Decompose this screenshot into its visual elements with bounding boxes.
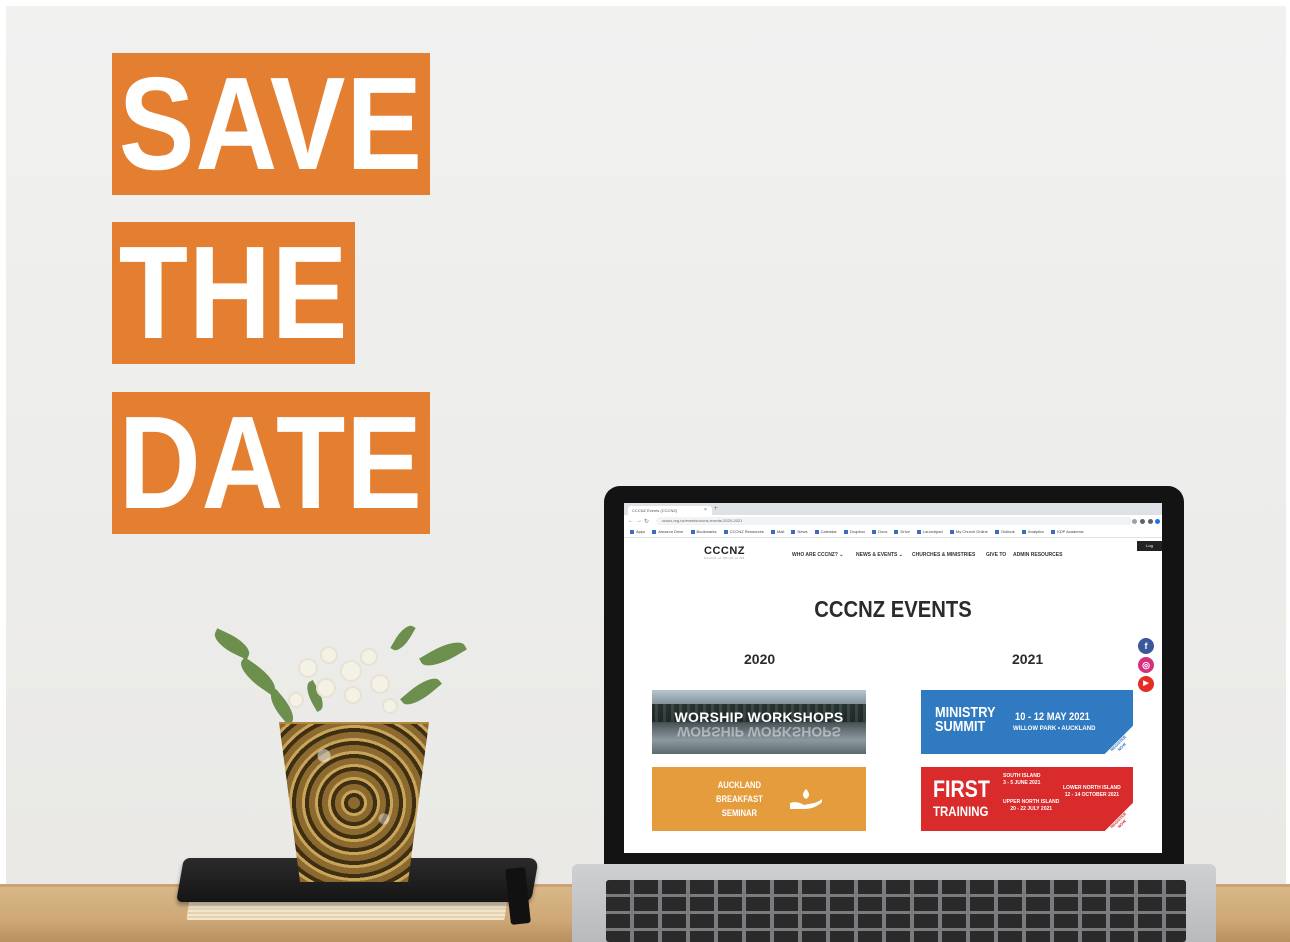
profile-avatar[interactable] [1155,519,1160,524]
flower [372,676,388,692]
laptop-keyboard [606,880,1186,942]
event-card-ministry-summit[interactable]: MINISTRY SUMMIT 10 - 12 MAY 2021 WILLOW … [921,690,1133,754]
gold-pot [279,722,429,882]
bookmark-item[interactable]: Bookmarks [691,527,717,537]
nav-churches-ministries[interactable]: CHURCHES & MINISTRIES [912,552,975,558]
year-heading-2020: 2020 [744,651,776,667]
frame-border-top [0,0,1290,6]
flower [318,680,334,696]
browser-tab[interactable]: CCCNZ Events (CCCNZ) × [628,506,712,515]
flower [342,662,360,680]
event-subtitle: TRAINING [933,803,989,819]
lower-north-dates: LOWER NORTH ISLAND 12 - 14 OCTOBER 2021 [1063,785,1121,798]
bookmark-item[interactable]: Amazon Drive [652,527,683,537]
event-title-reflection: WORSHIP WORKSHOPS [677,724,841,740]
flower [362,650,376,664]
year-heading-2021: 2021 [1012,651,1044,667]
event-card-first-training[interactable]: FIRST TRAINING SOUTH ISLAND 3 - 5 JUNE 2… [921,767,1133,831]
nav-give-to[interactable]: GIVE TO [986,552,1006,558]
site-logo[interactable]: CCCNZ Church of Christ in NZ [704,545,745,560]
bookmarks-bar: Apps Amazon Drive Bookmarks CCCNZ Resour… [624,527,1162,538]
bookmark-item[interactable]: Launchpad [917,527,943,537]
hand-seed-icon [790,789,822,809]
event-title: MINISTRY SUMMIT [935,704,996,735]
instagram-icon[interactable]: ◎ [1138,657,1154,673]
event-card-worship-workshops[interactable]: WORSHIP WORKSHOPS WORSHIP WORKSHOPS [652,690,866,754]
nav-who-are-cccnz[interactable]: WHO ARE CCCNZ? ⌄ [792,552,844,558]
bookmark-item[interactable]: Analytics [1022,527,1044,537]
close-tab-icon[interactable]: × [704,506,707,515]
reload-icon[interactable]: ↻ [644,518,649,525]
the-heading: THE [112,222,355,364]
bookmark-item[interactable]: Dropbox [844,527,865,537]
save-heading: SAVE [112,53,430,195]
back-icon[interactable]: ← [628,518,634,524]
extension-icon[interactable] [1140,519,1145,524]
facebook-icon[interactable]: f [1138,638,1154,654]
south-island-dates: SOUTH ISLAND 3 - 5 JUNE 2021 [1003,773,1041,786]
nav-admin-resources[interactable]: ADMIN RESOURCES [1013,552,1062,558]
event-card-breakfast-seminar[interactable]: AUCKLAND BREAKFAST SEMINAR [652,767,866,831]
upper-north-dates: UPPER NORTH ISLAND 20 - 22 JULY 2021 [1003,799,1060,812]
flower [300,660,316,676]
youtube-icon[interactable]: ▶ [1138,676,1154,692]
forward-icon[interactable]: → [636,518,642,524]
event-title: AUCKLAND BREAKFAST SEMINAR [716,780,763,818]
bookmark-item[interactable]: Outlook [995,527,1015,537]
logo-tagline: Church of Christ in NZ [704,556,745,560]
page-title: CCCNZ EVENTS [814,596,972,622]
frame-border-right [1286,0,1290,942]
event-title: FIRST [933,776,990,803]
frame-border-left [0,0,6,942]
flower [384,700,396,712]
nav-news-events[interactable]: NEWS & EVENTS ⌄ [856,552,903,558]
date-heading: DATE [112,392,430,534]
login-button[interactable]: Log [1137,541,1162,551]
bookmark-item[interactable]: News [791,527,807,537]
flower [346,688,360,702]
new-tab-icon[interactable]: + [714,506,718,512]
laptop-screen: CCCNZ Events (CCCNZ) × + ← → ↻ cccnz.org… [624,503,1162,853]
bookmark-item[interactable]: KDP Academic [1051,527,1084,537]
flower [322,648,336,662]
bookmark-item[interactable]: Calendar [815,527,837,537]
bookmark-item[interactable]: Apps [630,527,645,537]
event-location: WILLOW PARK • AUCKLAND [1013,726,1096,732]
menu-icon[interactable] [1148,519,1153,524]
bookmark-item[interactable]: CCCNZ Resources [724,527,764,537]
bookmark-item[interactable]: Drive [894,527,909,537]
extension-icon[interactable] [1132,519,1137,524]
url-field[interactable]: cccnz.org.nz/events/cccnz-events-2020-20… [656,517,1132,525]
bookmark-item[interactable]: Mail [771,527,784,537]
flower [290,694,302,706]
bookmark-item[interactable]: Docs [872,527,887,537]
event-title: WORSHIP WORKSHOPS [674,709,844,725]
event-date: 10 - 12 MAY 2021 [1015,711,1090,723]
bookmark-item[interactable]: My Church Online [950,527,988,537]
